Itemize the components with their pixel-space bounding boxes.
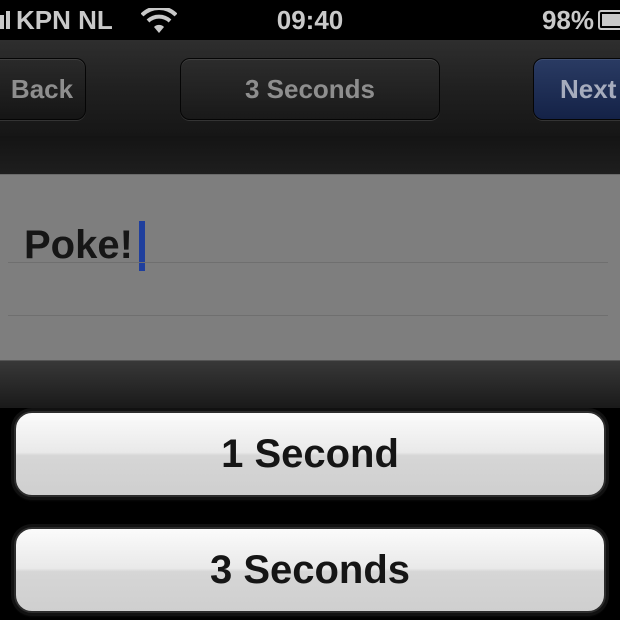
option-3-seconds-button[interactable]: 3 Seconds [14, 527, 606, 613]
ruled-line [8, 315, 608, 316]
duration-title-button[interactable]: 3 Seconds [180, 58, 440, 120]
back-button[interactable]: Back [0, 58, 86, 120]
status-bar: KPN NL 09:40 98% [0, 0, 620, 40]
battery-icon [598, 10, 620, 30]
content-top-divider [0, 136, 620, 174]
navigation-bar: Back 3 Seconds Next [0, 40, 620, 137]
option-1-second-button[interactable]: 1 Second [14, 411, 606, 497]
ruled-line [8, 262, 608, 263]
next-button[interactable]: Next [533, 58, 620, 120]
toolbar-strip [0, 360, 620, 409]
message-text-area[interactable]: Poke! [0, 174, 620, 361]
action-sheet: 1 Second 3 Seconds [0, 408, 620, 620]
battery-percentage: 98% [541, 5, 594, 35]
clock: 09:40 [276, 5, 344, 35]
text-cursor [139, 221, 145, 271]
